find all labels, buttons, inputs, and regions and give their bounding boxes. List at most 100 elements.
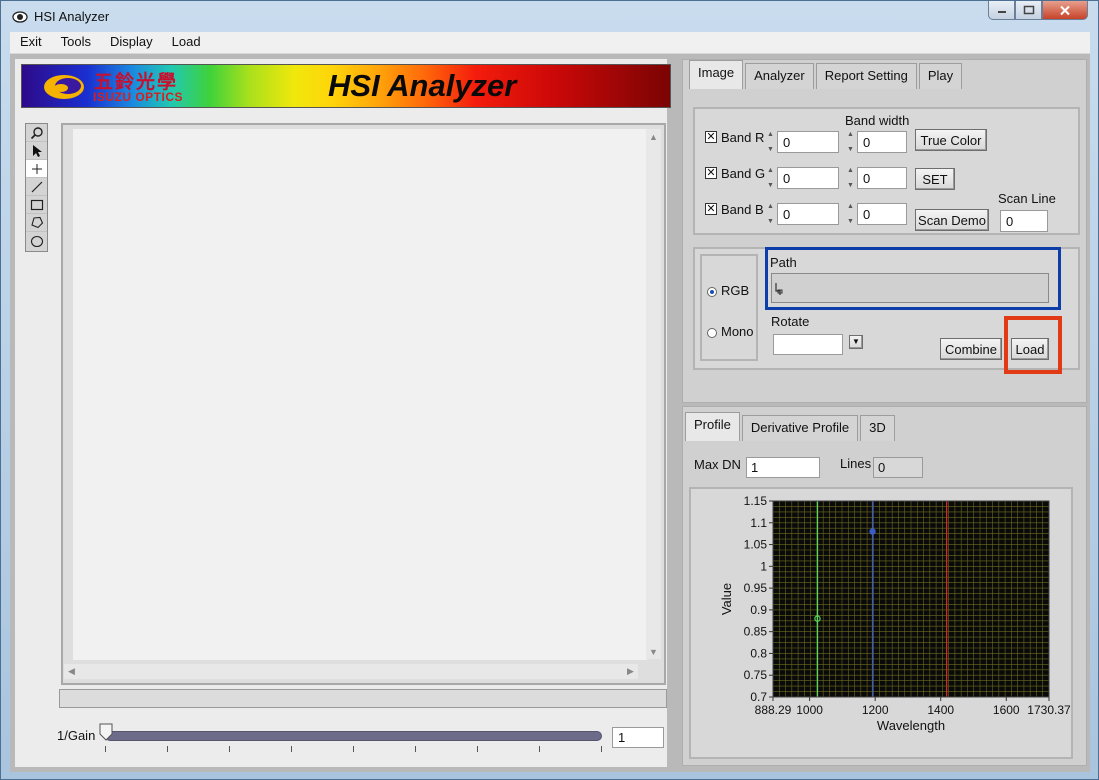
band-b-width-spinner[interactable]: ▲ ▼ [846, 203, 855, 225]
scroll-down-icon[interactable]: ▼ [646, 644, 661, 659]
true-color-button[interactable]: True Color [915, 129, 987, 151]
x-tick-label: 1730.37 [1027, 703, 1071, 717]
gain-value-field[interactable]: 1 [612, 727, 664, 748]
mono-label: Mono [721, 324, 754, 339]
window-title: HSI Analyzer [34, 9, 110, 24]
client-area: 五鈴光學 ISUZU OPTICS HSI Analyzer ▲ ▼ ◀ ▶ 1… [10, 54, 1090, 772]
x-tick-label: 1400 [927, 703, 954, 717]
band-r-input[interactable]: 0 [777, 131, 839, 153]
image-canvas[interactable] [73, 129, 647, 660]
menu-exit[interactable]: Exit [10, 32, 51, 53]
polygon-tool[interactable] [26, 214, 47, 232]
tab-profile[interactable]: Profile [685, 412, 740, 441]
x-tick-label: 1200 [862, 703, 889, 717]
load-highlight-box [1004, 316, 1062, 374]
close-icon [1060, 5, 1070, 15]
y-axis-label: Value [719, 583, 734, 615]
scroll-left-icon[interactable]: ◀ [64, 664, 79, 679]
settings-panel: Image Analyzer Report Setting Play Band … [682, 59, 1087, 403]
rectangle-tool[interactable] [26, 196, 47, 214]
gain-tick [601, 746, 602, 752]
gain-slider-thumb[interactable] [99, 723, 113, 741]
band-b-checkbox[interactable]: ✕ [705, 203, 717, 215]
rgb-radio[interactable] [707, 287, 717, 297]
profile-chart[interactable]: 1.15 1.1 1.05 1 0.95 0.9 0.85 0.8 0.75 0.7888.29 1… [691, 489, 1071, 757]
y-tick-label: 0.7 [750, 690, 767, 704]
gain-tick [291, 746, 292, 752]
eye-app-icon [12, 11, 28, 23]
gain-slider-ticks [105, 746, 602, 752]
gain-tick [477, 746, 478, 752]
band-g-spinner[interactable]: ▲ ▼ [766, 167, 775, 189]
y-tick-label: 0.9 [750, 603, 767, 617]
gain-tick [229, 746, 230, 752]
minimize-icon [997, 11, 1006, 13]
band-r-label: Band R [721, 130, 765, 145]
rotate-label: Rotate [771, 314, 810, 329]
status-field [59, 689, 667, 708]
line-icon [31, 181, 42, 192]
band-g-width-input[interactable]: 0 [857, 167, 907, 189]
line-tool[interactable] [26, 178, 47, 196]
rotate-dropdown-button[interactable]: ▼ [849, 335, 863, 349]
tab-image[interactable]: Image [689, 60, 744, 89]
scroll-right-icon[interactable]: ▶ [623, 664, 638, 679]
gain-slider-track[interactable] [105, 731, 602, 741]
vertical-scrollbar[interactable]: ▲ ▼ [646, 129, 661, 659]
maximize-button[interactable] [1015, 1, 1042, 20]
scroll-up-icon[interactable]: ▲ [646, 129, 661, 144]
menu-load[interactable]: Load [162, 32, 210, 53]
band-g-checkbox[interactable]: ✕ [705, 167, 717, 179]
rotate-input[interactable] [773, 334, 843, 355]
banner-title: HSI Analyzer [328, 68, 517, 103]
ellipse-icon [30, 235, 43, 247]
band-g-input[interactable]: 0 [777, 167, 839, 189]
band-b-width-input[interactable]: 0 [857, 203, 907, 225]
band-r-checkbox[interactable]: ✕ [705, 131, 717, 143]
menu-tools[interactable]: Tools [51, 32, 100, 53]
max-dn-input[interactable]: 1 [746, 457, 820, 478]
maximize-icon [1023, 5, 1034, 15]
tab-play[interactable]: Play [918, 63, 963, 89]
y-tick-label: 0.95 [744, 581, 768, 595]
gain-tick [105, 746, 106, 752]
zoom-tool[interactable] [26, 124, 47, 142]
set-button[interactable]: SET [915, 168, 955, 190]
band-b-input[interactable]: 0 [777, 203, 839, 225]
close-button[interactable] [1042, 1, 1088, 20]
rectangle-icon [30, 199, 43, 210]
crosshair-tool[interactable] [26, 160, 47, 178]
scan-demo-button[interactable]: Scan Demo [915, 209, 989, 231]
tab-report-setting[interactable]: Report Setting [815, 63, 917, 89]
menu-display[interactable]: Display [100, 32, 162, 53]
scan-line-input[interactable]: 0 [1000, 210, 1048, 232]
band-r-spinner[interactable]: ▲ ▼ [766, 131, 775, 153]
y-tick-label: 1.05 [744, 538, 768, 552]
x-tick-label: 888.29 [755, 703, 792, 717]
mono-radio[interactable] [707, 328, 717, 338]
band-r-width-input[interactable]: 0 [857, 131, 907, 153]
menu-bar: Exit Tools Display Load [10, 32, 1090, 54]
crosshair-icon [31, 163, 42, 174]
band-b-label: Band B [721, 202, 764, 217]
tab-analyzer[interactable]: Analyzer [745, 63, 814, 89]
band-g-width-spinner[interactable]: ▲ ▼ [846, 167, 855, 189]
band-b-spinner[interactable]: ▲ ▼ [766, 203, 775, 225]
x-tick-label: 1000 [796, 703, 823, 717]
tab-derivative-profile[interactable]: Derivative Profile [741, 415, 859, 441]
ellipse-tool[interactable] [26, 232, 47, 250]
title-bar[interactable]: HSI Analyzer [1, 1, 1098, 33]
tab-3d[interactable]: 3D [860, 415, 895, 441]
image-display-frame: ▲ ▼ ◀ ▶ [61, 123, 666, 685]
y-tick-label: 0.8 [750, 646, 767, 660]
arrow-tool[interactable] [26, 142, 47, 160]
hsi-banner: 五鈴光學 ISUZU OPTICS HSI Analyzer [21, 64, 671, 108]
polygon-icon [30, 216, 43, 229]
arrow-cursor-icon [32, 144, 42, 157]
horizontal-scrollbar[interactable]: ◀ ▶ [64, 664, 638, 679]
minimize-button[interactable] [988, 1, 1015, 20]
combine-button[interactable]: Combine [940, 338, 1002, 360]
gain-label: 1/Gain [57, 728, 96, 743]
band-r-width-spinner[interactable]: ▲ ▼ [846, 131, 855, 153]
path-highlight-box [765, 247, 1061, 310]
